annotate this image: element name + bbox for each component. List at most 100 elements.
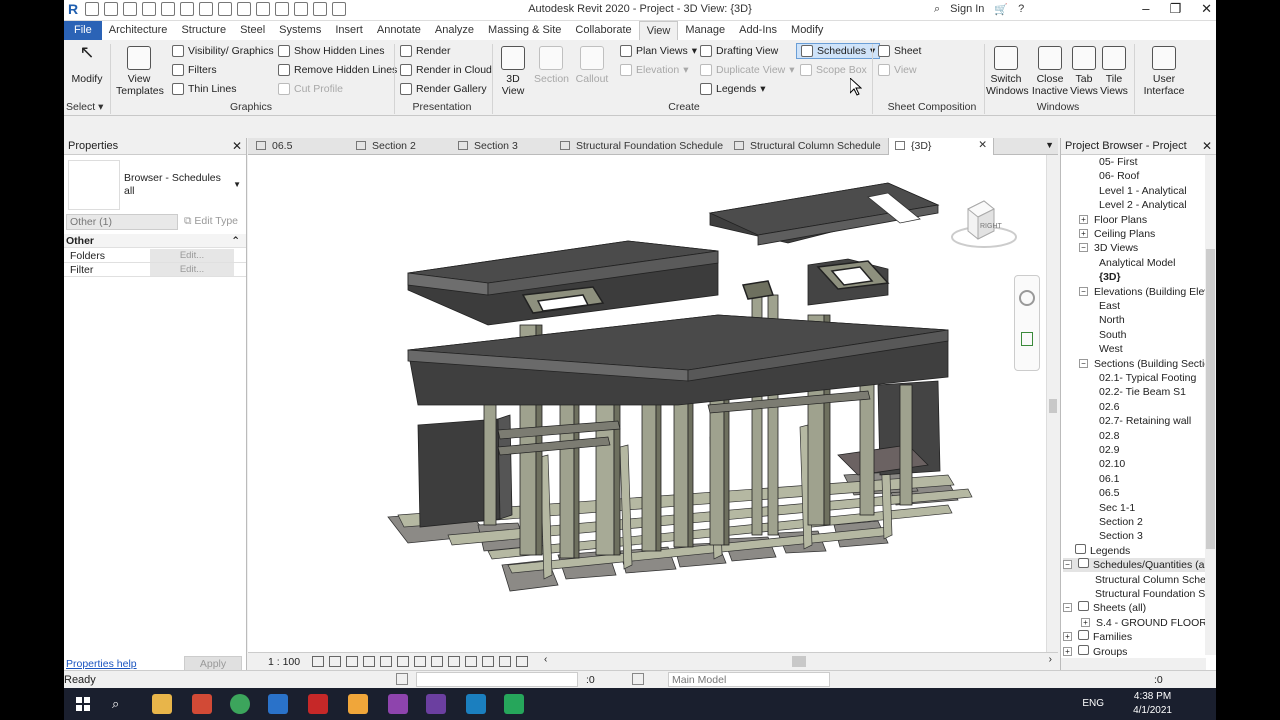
app-icon-c[interactable] (192, 694, 212, 714)
tree-item[interactable]: South (1099, 328, 1126, 342)
modify-button[interactable]: ↖ Modify (70, 43, 104, 85)
tree-item[interactable]: Level 2 - Analytical (1099, 198, 1187, 212)
tree-item[interactable]: 02.1- Typical Footing (1099, 371, 1196, 385)
app-icon-grid[interactable] (426, 694, 446, 714)
tree-node-elevations[interactable]: −Elevations (Building Elevation) (1079, 285, 1216, 299)
file-explorer-icon[interactable] (152, 694, 172, 714)
language-indicator[interactable]: ENG (1082, 698, 1104, 709)
render-button[interactable]: Render (400, 45, 450, 57)
tree-item[interactable]: West (1099, 342, 1123, 356)
view-tab[interactable]: 06.5 (256, 138, 350, 155)
reveal-hidden-icon[interactable] (465, 656, 477, 667)
3d-view-canvas[interactable]: RIGHT (248, 155, 1058, 652)
properties-help-link[interactable]: Properties help (66, 658, 137, 670)
view-scale[interactable]: 1 : 100 (268, 656, 300, 668)
render-gallery-button[interactable]: Render Gallery (400, 83, 487, 95)
chrome-icon[interactable] (230, 694, 250, 714)
windows-start-icon[interactable] (76, 697, 90, 711)
worksharing-display-icon[interactable] (482, 656, 494, 667)
tree-node-families[interactable]: + Families (1063, 630, 1132, 644)
search-taskbar-icon[interactable]: ⌕ (112, 696, 119, 712)
expand-icon[interactable]: + (1079, 229, 1088, 238)
tab-insert[interactable]: Insert (328, 21, 370, 40)
view-templates-button[interactable]: View Templates (116, 46, 164, 97)
close-tab-icon[interactable]: ✕ (978, 139, 987, 151)
tab-analyze[interactable]: Analyze (428, 21, 481, 40)
remove-hidden-lines-button[interactable]: Remove Hidden Lines (278, 64, 397, 76)
minimize-button[interactable]: – (1142, 1, 1149, 17)
tab-massing-site[interactable]: Massing & Site (481, 21, 568, 40)
app-icon-star[interactable] (348, 694, 368, 714)
tile-views-button[interactable]: Tile Views (1100, 46, 1128, 97)
revit-taskbar-icon[interactable] (268, 694, 288, 714)
render-dialog-icon[interactable] (380, 656, 392, 667)
expand-icon[interactable]: + (1063, 632, 1072, 641)
close-project-browser-icon[interactable]: ✕ (1202, 139, 1212, 153)
project-browser-hscrollbar[interactable] (1061, 658, 1206, 670)
view-tab[interactable]: Section 2 (356, 138, 456, 155)
autocad-icon[interactable] (308, 694, 328, 714)
show-hidden-lines-button[interactable]: Show Hidden Lines (278, 45, 384, 57)
legends-button[interactable]: Legends ▾ (700, 83, 766, 95)
collapse-icon[interactable]: − (1079, 287, 1088, 296)
tree-node-sections[interactable]: − Sections (Building Section) (1079, 357, 1216, 371)
tree-item[interactable]: 02.9 (1099, 443, 1119, 457)
restore-button[interactable]: ❐ (1169, 1, 1181, 17)
view-tab[interactable]: Structural Column Schedule (734, 138, 886, 155)
collapse-icon[interactable]: − (1063, 603, 1072, 612)
tree-item[interactable]: 02.10 (1099, 457, 1125, 471)
system-clock[interactable]: 4:38 PM 4/1/2021 (1133, 690, 1172, 718)
filters-button[interactable]: Filters (172, 64, 217, 76)
tree-item[interactable]: 02.8 (1099, 429, 1119, 443)
scope-box-button[interactable]: Scope Box (800, 64, 867, 76)
tab-add-ins[interactable]: Add-Ins (732, 21, 784, 40)
visual-style-icon[interactable] (329, 656, 341, 667)
tree-item[interactable]: Analytical Model (1099, 256, 1175, 270)
edit-type-button[interactable]: ⧉ Edit Type (184, 215, 238, 228)
tree-node-schedules[interactable]: − Schedules/Quantities (all) (1063, 558, 1213, 572)
worksets-icon[interactable] (396, 673, 408, 685)
close-properties-icon[interactable]: ✕ (232, 139, 242, 153)
tree-node-floor-plans[interactable]: + Floor Plans (1079, 213, 1147, 227)
select-dropdown[interactable]: Select ▾ (66, 101, 106, 113)
navigation-bar[interactable] (1014, 275, 1040, 371)
steering-wheel-icon[interactable] (1019, 290, 1035, 306)
schedules-button[interactable]: Schedules ▾ (796, 43, 881, 59)
tree-node-sheet[interactable]: + S.4 - GROUND FLOOR SLAB (1081, 616, 1216, 630)
detail-level-icon[interactable] (312, 656, 324, 667)
tree-item[interactable]: Structural Foundation Schedule (1095, 587, 1216, 601)
tab-view[interactable]: View (638, 21, 679, 40)
tree-item[interactable]: Level 1 - Analytical (1099, 184, 1187, 198)
tree-item[interactable]: 02.7- Retaining wall (1099, 414, 1191, 428)
collapse-icon[interactable]: − (1063, 560, 1072, 569)
render-in-cloud-button[interactable]: Render in Cloud (400, 64, 492, 76)
tree-node-sheets[interactable]: − Sheets (all) (1063, 601, 1146, 615)
expand-icon[interactable]: + (1079, 215, 1088, 224)
tab-systems[interactable]: Systems (272, 21, 328, 40)
horizontal-scrollbar[interactable]: ‹ › (544, 654, 1052, 667)
duplicate-view-button[interactable]: Duplicate View ▾ (700, 64, 795, 76)
collapse-icon[interactable]: − (1079, 359, 1088, 368)
tree-item-active-view[interactable]: {3D} (1099, 270, 1121, 284)
tab-structure[interactable]: Structure (174, 21, 233, 40)
tree-node-ceiling-plans[interactable]: + Ceiling Plans (1079, 227, 1155, 241)
tree-item[interactable]: 06- Roof (1099, 169, 1139, 183)
design-option-dropdown[interactable]: Main Model (668, 672, 830, 687)
user-interface-button[interactable]: User Interface (1142, 46, 1186, 97)
tree-item[interactable]: East (1099, 299, 1120, 313)
view-tab[interactable]: Section 3 (458, 138, 558, 155)
tree-item[interactable]: 06.1 (1099, 472, 1119, 486)
switch-windows-button[interactable]: Switch Windows (986, 46, 1029, 97)
tab-architecture[interactable]: Architecture (102, 21, 175, 40)
sign-in-link[interactable]: Sign In (950, 3, 984, 16)
tab-manage[interactable]: Manage (678, 21, 732, 40)
category-other[interactable]: Other ⌃ (64, 234, 246, 248)
lock-view-icon[interactable] (431, 656, 443, 667)
tab-list-dropdown-icon[interactable]: ▼ (1045, 140, 1054, 150)
analytical-model-icon[interactable] (499, 656, 511, 667)
tab-annotate[interactable]: Annotate (370, 21, 428, 40)
thin-lines-button[interactable]: Thin Lines (172, 83, 236, 95)
scroll-left-icon[interactable]: ‹ (544, 654, 547, 665)
tree-item[interactable]: 02.6 (1099, 400, 1119, 414)
drafting-view-button[interactable]: Drafting View (700, 45, 778, 57)
